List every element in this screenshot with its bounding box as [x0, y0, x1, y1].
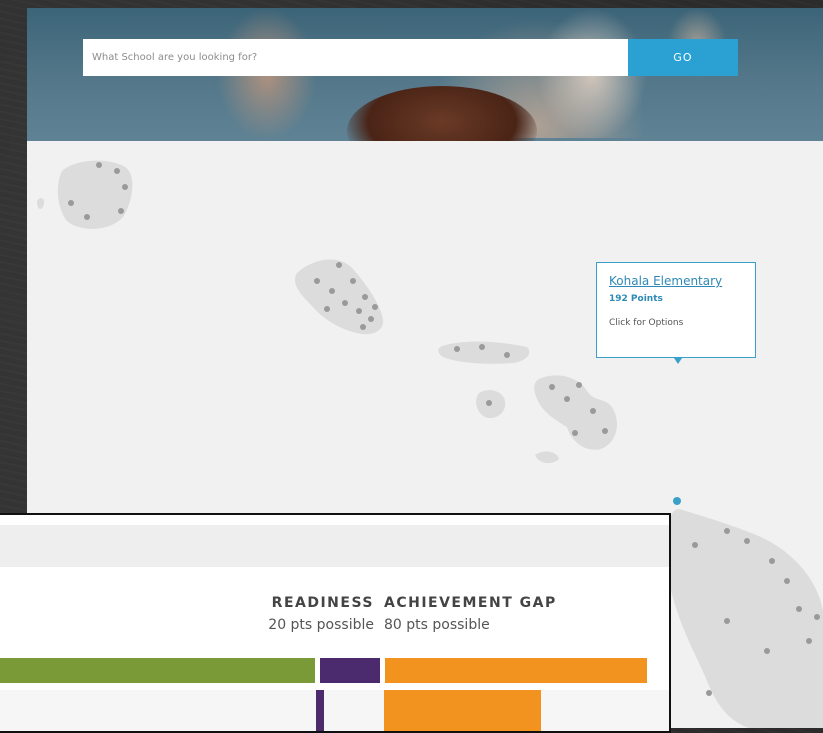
map-pin-icon	[590, 408, 596, 414]
tooltip-options-link[interactable]: Click for Options	[609, 318, 743, 328]
map-pin-icon	[806, 638, 812, 644]
map-pin-icon	[324, 306, 330, 312]
map-pin-icon	[504, 352, 510, 358]
readiness-title: READINESS	[271, 595, 374, 611]
readiness-subtitle: 20 pts possible	[268, 617, 374, 633]
map-pin-icon	[706, 690, 712, 696]
green-score-bar	[0, 658, 315, 683]
map-pin-icon	[602, 428, 608, 434]
island-kahoolawe	[535, 451, 559, 464]
tooltip-school-link[interactable]: Kohala Elementary	[609, 274, 743, 288]
map-pin-icon	[692, 542, 698, 548]
map-pin-icon	[314, 278, 320, 284]
selected-map-pin-icon	[673, 497, 681, 505]
map-pin-icon	[114, 168, 120, 174]
map-pin-icon	[769, 558, 775, 564]
map-pin-icon	[454, 346, 460, 352]
map-pin-icon	[784, 578, 790, 584]
readiness-column-header: READINESS 20 pts possible	[224, 595, 374, 633]
map-pin-icon	[336, 262, 342, 268]
map-pin-icon	[572, 430, 578, 436]
map-pin-icon	[350, 278, 356, 284]
map-pin-icon	[744, 538, 750, 544]
score-breakdown-panel: READINESS 20 pts possible ACHIEVEMENT GA…	[0, 513, 671, 733]
map-pin-icon	[84, 214, 90, 220]
map-pin-icon	[96, 162, 102, 168]
map-pin-icon	[764, 648, 770, 654]
achievement-gap-column-header: ACHIEVEMENT GAP 80 pts possible	[384, 595, 584, 633]
map-pin-icon	[479, 344, 485, 350]
map-pin-icon	[564, 396, 570, 402]
map-pin-icon	[122, 184, 128, 190]
hero-banner: GO	[27, 8, 823, 141]
map-pin-icon	[814, 614, 820, 620]
map-pin-icon	[796, 606, 802, 612]
score-panel-header	[0, 525, 669, 567]
tooltip-pointer	[674, 358, 682, 364]
tooltip-points: 192 Points	[609, 294, 663, 304]
score-bar-row	[0, 690, 669, 731]
map-pin-icon	[368, 316, 374, 322]
map-pin-icon	[372, 304, 378, 310]
map-pin-icon	[360, 324, 366, 330]
achievement-gap-score-bar	[384, 690, 541, 731]
map-pin-icon	[342, 300, 348, 306]
go-button[interactable]: GO	[628, 39, 738, 76]
map-pin-icon	[724, 528, 730, 534]
map-pin-icon	[362, 294, 368, 300]
achievement-gap-subtitle: 80 pts possible	[384, 617, 490, 633]
school-search-input[interactable]	[83, 39, 628, 76]
score-bar-row	[0, 658, 669, 683]
map-pin-icon	[576, 382, 582, 388]
achievement-gap-score-bar	[385, 658, 647, 683]
map-pin-icon	[329, 288, 335, 294]
school-tooltip: Kohala Elementary 192 Points Click for O…	[596, 262, 756, 358]
map-pin-icon	[549, 384, 555, 390]
map-pin-icon	[118, 208, 124, 214]
map-pin-icon	[356, 308, 362, 314]
map-pin-icon	[486, 400, 492, 406]
map-pin-icon	[68, 200, 74, 206]
readiness-score-bar	[320, 658, 380, 683]
island-maui	[534, 375, 617, 450]
island-niihau	[37, 198, 45, 209]
map-pin-icon	[724, 618, 730, 624]
achievement-gap-title: ACHIEVEMENT GAP	[384, 595, 557, 611]
island-oahu	[294, 259, 384, 335]
readiness-score-bar	[316, 690, 324, 731]
island-kauai	[57, 160, 133, 229]
